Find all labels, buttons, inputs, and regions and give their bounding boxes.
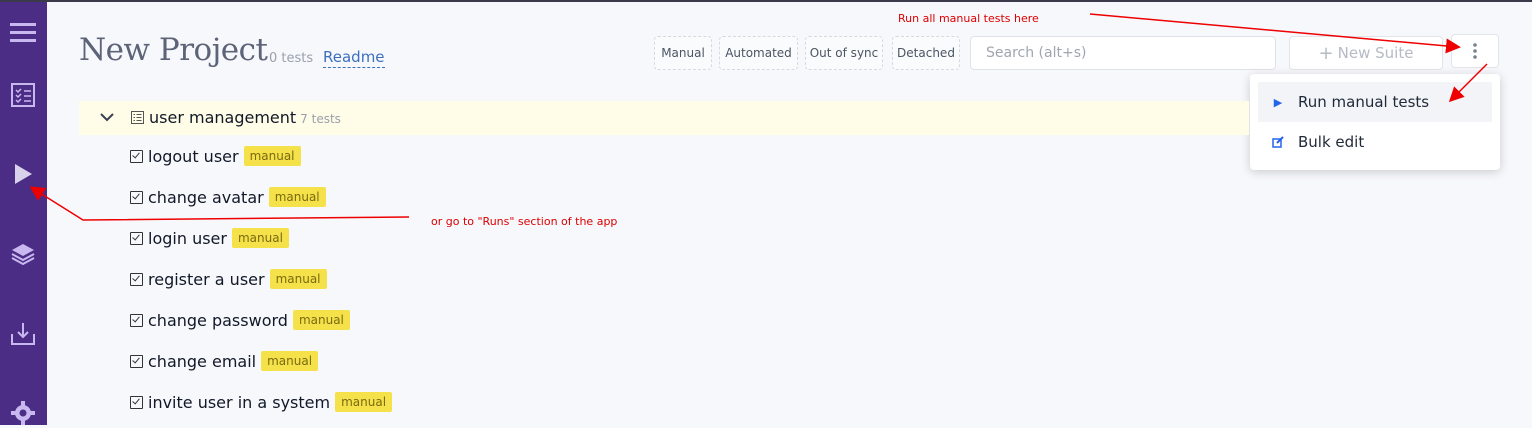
test-row[interactable]: change avatar manual [130,184,326,210]
test-row[interactable]: invite user in a system manual [130,389,393,415]
suite-test-count: 7 tests [300,112,341,126]
test-checkbox-icon [130,313,143,327]
new-suite-label: New Suite [1337,44,1414,62]
edit-icon [1258,136,1298,148]
filter-manual-button[interactable]: Manual [654,36,712,70]
chevron-down-icon[interactable] [99,109,115,125]
test-name: register a user [148,269,265,289]
test-name: change avatar [148,187,264,207]
test-checkbox-icon [130,190,143,204]
test-checkbox-icon [130,395,143,409]
manual-tag: manual [243,146,301,166]
menu-icon[interactable] [8,18,38,48]
test-row[interactable]: change email manual [130,348,319,374]
more-options-menu: ▶ Run manual tests Bulk edit [1250,74,1500,170]
filter-out-of-sync-button[interactable]: Out of sync [805,36,883,70]
test-name: logout user [148,146,239,166]
checklist-icon[interactable] [8,80,38,110]
menu-item-run-manual-tests[interactable]: ▶ Run manual tests [1258,82,1492,122]
test-checkbox-icon [130,272,143,286]
test-row[interactable]: change password manual [130,307,350,333]
project-test-count: 0 tests [269,51,314,66]
manual-tag: manual [269,269,327,289]
annotation-run-all: Run all manual tests here [898,12,1039,25]
test-row[interactable]: logout user manual [130,143,301,169]
layers-icon[interactable] [8,239,38,269]
manual-tag: manual [268,187,326,207]
plus-icon: + [1318,42,1334,64]
menu-item-label: Bulk edit [1298,133,1365,151]
more-options-button[interactable] [1451,34,1499,68]
readme-link[interactable]: Readme [323,48,385,68]
suite-name-wrap: user management 7 tests [149,108,341,127]
manual-tag: manual [231,228,289,248]
sidebar [0,2,47,425]
play-icon[interactable] [8,159,38,189]
suite-row[interactable]: user management 7 tests [79,101,1249,135]
test-name: login user [148,228,227,248]
new-suite-button[interactable]: + New Suite [1289,36,1443,70]
main-content: New Project 0 tests Readme Manual Automa… [47,2,1532,425]
test-name: change email [148,351,257,371]
manual-tag: manual [261,351,319,371]
filter-automated-button[interactable]: Automated [719,36,798,70]
search-input[interactable] [970,36,1276,70]
filter-detached-button[interactable]: Detached [892,36,960,70]
vertical-dots-icon [1473,43,1477,59]
test-name: change password [148,310,288,330]
test-row[interactable]: register a user manual [130,266,327,292]
menu-item-bulk-edit[interactable]: Bulk edit [1258,122,1492,162]
manual-tag: manual [292,310,350,330]
menu-item-label: Run manual tests [1298,93,1430,111]
page-title: New Project [79,32,268,68]
suite-name: user management [149,108,297,127]
test-checkbox-icon [130,231,143,245]
download-icon[interactable] [8,319,38,349]
test-name: invite user in a system [148,392,331,412]
play-icon: ▶ [1273,95,1283,109]
test-checkbox-icon [130,149,143,163]
manual-tag: manual [335,392,393,412]
gear-icon[interactable] [8,398,38,428]
test-checkbox-icon [130,354,143,368]
annotation-runs-section: or go to "Runs" section of the app [431,215,618,228]
test-row[interactable]: login user manual [130,225,289,251]
suite-icon [131,111,144,124]
